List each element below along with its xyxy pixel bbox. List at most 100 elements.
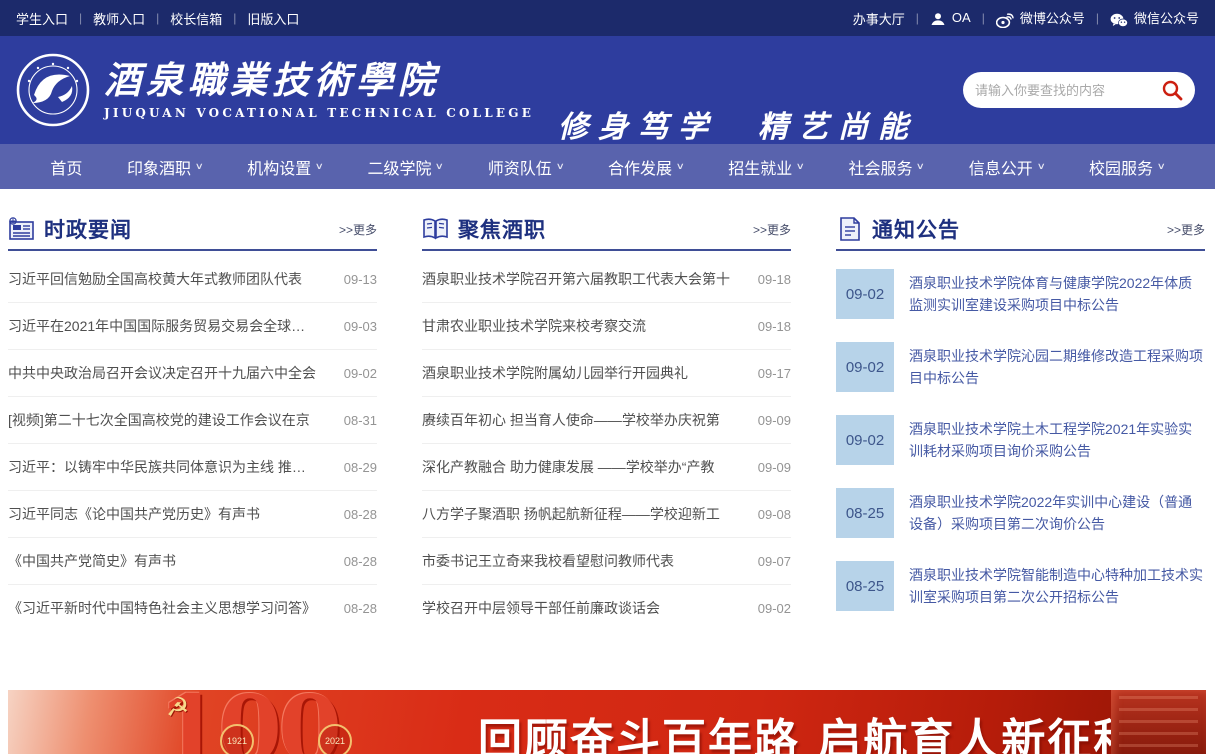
chevron-down-icon: ∨	[676, 161, 685, 172]
news-item[interactable]: 八方学子聚酒职 扬帆起航新征程——学校迎新工09-08	[422, 491, 791, 538]
news-item-date: 09-13	[344, 272, 377, 287]
news-item-title: 中共中央政治局召开会议决定召开十九届六中全会	[8, 363, 316, 383]
notice-date-badge: 08-25	[836, 488, 894, 538]
notice-title: 酒泉职业技术学院沁园二期维修改造工程采购项目中标公告	[909, 345, 1205, 389]
topbar-link[interactable]: 教师入口	[93, 9, 145, 28]
wechat-link[interactable]: 微信公众号	[1110, 8, 1199, 27]
chevron-down-icon: ∨	[1157, 161, 1166, 172]
news-item-title: 赓续百年初心 担当育人使命——学校举办庆祝第	[422, 410, 720, 430]
separator: |	[982, 11, 985, 25]
news-item[interactable]: 赓续百年初心 担当育人使命——学校举办庆祝第 09-09	[422, 397, 791, 444]
service-hall-link[interactable]: 办事大厅	[853, 9, 905, 28]
news-item[interactable]: 习近平回信勉励全国高校黄大年式教师团队代表 09-13	[8, 256, 377, 303]
school-name-block: 酒泉職業技術學院 JIUQUAN VOCATIONAL TECHNICAL CO…	[104, 60, 534, 120]
news-item[interactable]: 酒泉职业技术学院附属幼儿园举行开园典礼09-17	[422, 350, 791, 397]
news-item-date: 08-28	[344, 507, 377, 522]
section-header: 聚焦酒职 >>更多	[422, 211, 791, 251]
more-link[interactable]: >>更多	[339, 221, 377, 238]
news-item-date: 09-02	[344, 366, 377, 381]
section-politics-news: 时政要闻 >>更多 习近平回信勉励全国高校黄大年式教师团队代表 09-13 习近平在…	[8, 211, 377, 634]
school-name-en: JIUQUAN VOCATIONAL TECHNICAL COLLEGE	[104, 106, 534, 120]
search-input[interactable]	[975, 83, 1161, 98]
weibo-label: 微博公众号	[1020, 11, 1085, 26]
news-item-date: 09-07	[758, 554, 791, 569]
school-name-cn: 酒泉職業技術學院	[104, 60, 534, 100]
news-item-date: 08-28	[344, 554, 377, 569]
notice-item[interactable]: 08-25 酒泉职业技术学院智能制造中心特种加工技术实训室采购项目第二次公开招标公…	[836, 561, 1205, 611]
chevron-down-icon: ∨	[916, 161, 925, 172]
news-item-date: 09-09	[758, 413, 791, 428]
news-item[interactable]: 甘肃农业职业技术学院来校考察交流09-18	[422, 303, 791, 350]
oa-link[interactable]: OA	[930, 10, 971, 26]
banner-year-2021: 2021	[318, 724, 352, 754]
news-item-title: 市委书记王立奇来我校看望慰问教师代表	[422, 551, 674, 571]
nav-item-合作发展[interactable]: 合作发展∨	[608, 155, 684, 179]
notice-item[interactable]: 09-02酒泉职业技术学院土木工程学院2021年实验实训耗材采购项目询价采购公告	[836, 415, 1205, 465]
notice-title: 酒泉职业技术学院智能制造中心特种加工技术实训室采购项目第二次公开招标公告	[909, 564, 1205, 608]
banner-year-1921: 1921	[220, 724, 254, 754]
notice-date-badge: 08-25	[836, 561, 894, 611]
campus-news-list: 酒泉职业技术学院召开第六届教职工代表大会第十09-18甘肃农业职业技术学院来校考…	[422, 256, 791, 631]
news-item[interactable]: 深化产教融合 助力健康发展 ——学校举办“产教09-09	[422, 444, 791, 491]
nav-item-label: 社会服务	[848, 155, 912, 179]
nav-item-师资队伍[interactable]: 师资队伍∨	[488, 155, 564, 179]
news-item[interactable]: 酒泉职业技术学院召开第六届教职工代表大会第十09-18	[422, 256, 791, 303]
oa-label: OA	[952, 10, 971, 25]
topbar-link[interactable]: 旧版入口	[247, 9, 299, 28]
news-item[interactable]: 《中国共产党简史》有声书 08-28	[8, 538, 377, 585]
nav-item-校园服务[interactable]: 校园服务∨	[1089, 155, 1165, 179]
chevron-down-icon: ∨	[195, 161, 204, 172]
notice-item[interactable]: 09-02酒泉职业技术学院沁园二期维修改造工程采购项目中标公告	[836, 342, 1205, 392]
banner-building-photo	[1111, 690, 1206, 754]
topbar: 学生入口|教师入口|校长信箱|旧版入口 办事大厅 | OA | 微博公众号 | …	[0, 0, 1215, 36]
more-link[interactable]: >>更多	[1167, 221, 1205, 238]
news-item[interactable]: [视频]第二十七次全国高校党的建设工作会议在京08-31	[8, 397, 377, 444]
weibo-link[interactable]: 微博公众号	[996, 8, 1085, 27]
news-item[interactable]: 习近平在2021年中国国际服务贸易交易会全球服务09-03	[8, 303, 377, 350]
document-icon	[836, 217, 863, 241]
section-title: 通知公告	[872, 214, 960, 244]
news-item-title: 学校召开中层领导干部任前廉政谈话会	[422, 598, 660, 618]
nav-item-二级学院[interactable]: 二级学院 ∨	[367, 155, 443, 179]
search-icon[interactable]	[1161, 79, 1183, 101]
news-item-title: 深化产教融合 助力健康发展 ——学校举办“产教	[422, 457, 714, 477]
notice-item[interactable]: 09-02酒泉职业技术学院体育与健康学院2022年体质监测实训室建设采购项目中标…	[836, 269, 1205, 319]
topbar-left-links: 学生入口|教师入口|校长信箱|旧版入口	[16, 9, 299, 28]
topbar-link[interactable]: 校长信箱	[170, 9, 222, 28]
news-item-title: 习近平同志《论中国共产党历史》有声书	[8, 504, 260, 524]
anniversary-banner[interactable]: 100 ☭ 1921 2021 回顾奋斗百年路 启航育人新征程	[8, 690, 1206, 754]
news-item-title: 习近平回信勉励全国高校黄大年式教师团队代表	[8, 269, 302, 289]
nav-item-印象酒职[interactable]: 印象酒职∨	[127, 155, 203, 179]
separator: |	[79, 11, 82, 25]
book-icon	[422, 217, 449, 241]
chevron-down-icon: ∨	[435, 161, 444, 172]
news-item[interactable]: 习近平同志《论中国共产党历史》有声书 08-28	[8, 491, 377, 538]
nav-item-label: 招生就业	[728, 155, 792, 179]
notice-item[interactable]: 08-25酒泉职业技术学院2022年实训中心建设（普通设备）采购项目第二次询价公…	[836, 488, 1205, 538]
notice-list: 09-02酒泉职业技术学院体育与健康学院2022年体质监测实训室建设采购项目中标…	[836, 269, 1205, 611]
news-item[interactable]: 中共中央政治局召开会议决定召开十九届六中全会 09-02	[8, 350, 377, 397]
news-item[interactable]: 《习近平新时代中国特色社会主义思想学习问答》 08-28	[8, 585, 377, 631]
nav-item-label: 师资队伍	[488, 155, 552, 179]
weibo-icon	[996, 13, 1014, 28]
news-item-date: 09-03	[344, 319, 377, 334]
more-link[interactable]: >>更多	[753, 221, 791, 238]
news-item[interactable]: 习近平：以铸牢中华民族共同体意识为主线 推动新08-29	[8, 444, 377, 491]
nav-item-机构设置[interactable]: 机构设置∨	[247, 155, 323, 179]
news-item-date: 08-28	[344, 601, 377, 616]
topbar-link[interactable]: 学生入口	[16, 9, 68, 28]
nav-item-label: 二级学院	[367, 155, 431, 179]
news-item-title: 酒泉职业技术学院附属幼儿园举行开园典礼	[422, 363, 688, 383]
news-item-title: 《中国共产党简史》有声书	[8, 551, 176, 571]
nav-item-招生就业[interactable]: 招生就业∨	[728, 155, 804, 179]
nav-item-信息公开[interactable]: 信息公开∨	[969, 155, 1045, 179]
news-item-title: 《习近平新时代中国特色社会主义思想学习问答》	[8, 598, 316, 618]
nav-item-首页[interactable]: 首页	[50, 155, 82, 179]
notice-date-badge: 09-02	[836, 269, 894, 319]
news-item[interactable]: 学校召开中层领导干部任前廉政谈话会09-02	[422, 585, 791, 631]
news-item[interactable]: 市委书记王立奇来我校看望慰问教师代表 09-07	[422, 538, 791, 585]
separator: |	[1096, 11, 1099, 25]
section-header: 时政要闻 >>更多	[8, 211, 377, 251]
nav-item-社会服务[interactable]: 社会服务 ∨	[848, 155, 924, 179]
site-header: 酒泉職業技術學院 JIUQUAN VOCATIONAL TECHNICAL CO…	[0, 36, 1215, 144]
